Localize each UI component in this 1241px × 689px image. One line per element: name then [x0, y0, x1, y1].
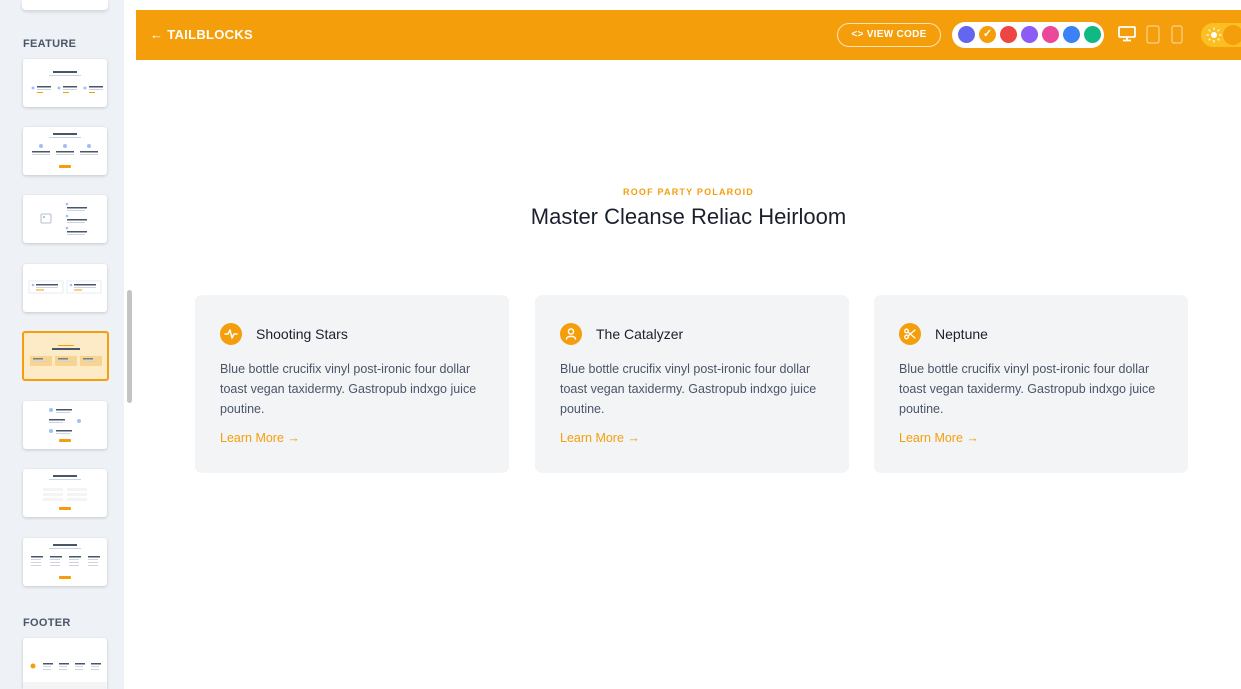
- thumbnail-footer-1[interactable]: [23, 638, 107, 689]
- thumbnail-preview: [30, 345, 102, 366]
- learn-more-link[interactable]: Learn More →: [899, 431, 979, 445]
- feature-card-text: Blue bottle crucifix vinyl post-ironic f…: [899, 362, 1156, 416]
- section-title: Master Cleanse Reliac Heirloom: [530, 204, 847, 229]
- feature-card-title: Neptune: [935, 326, 988, 342]
- color-picker: ✓: [952, 22, 1104, 48]
- feature-card-title: The Catalyzer: [596, 326, 684, 342]
- thumbnail-feature-8[interactable]: [23, 538, 107, 586]
- swatch-indigo[interactable]: [958, 26, 975, 43]
- thumbnail-preview: [31, 544, 100, 579]
- feature-card-text: Blue bottle crucifix vinyl post-ironic f…: [220, 362, 477, 416]
- desktop-view-icon[interactable]: [1118, 26, 1136, 42]
- check-icon: ✓: [982, 28, 993, 40]
- thumbnail-preview: [28, 280, 102, 294]
- thumbnail-feature-7[interactable]: [23, 469, 107, 517]
- sun-icon: [1206, 27, 1222, 43]
- app-window: FEATURE FOOTER ← TAILBLOCKS <> VIEW CODE…: [0, 0, 1241, 689]
- scissors-icon: [899, 323, 921, 345]
- user-icon: [560, 323, 582, 345]
- thumbnail-preview: [32, 133, 98, 168]
- toggle-knob: [1223, 25, 1241, 45]
- sidebar: FEATURE FOOTER: [0, 0, 124, 689]
- thumbnail-feature-2[interactable]: [23, 127, 107, 175]
- feature-card: Neptune Blue bottle crucifix vinyl post-…: [874, 295, 1188, 473]
- thumbnail-feature-1[interactable]: [23, 59, 107, 107]
- top-toolbar: ← TAILBLOCKS <> VIEW CODE ✓: [136, 10, 1241, 60]
- thumbnail-preview: [43, 475, 87, 510]
- pulse-icon: [220, 323, 242, 345]
- feature-card-title: Shooting Stars: [256, 326, 348, 342]
- thumbnail-feature-5-selected[interactable]: [22, 331, 109, 381]
- section-subtitle: ROOF PARTY POLAROID: [623, 187, 754, 197]
- thumbnail-preview: [49, 408, 81, 442]
- thumbnail-preview: [31, 71, 103, 93]
- view-code-button[interactable]: <> VIEW CODE: [837, 23, 941, 47]
- feature-card-text: Blue bottle crucifix vinyl post-ironic f…: [560, 362, 817, 416]
- back-to-tailblocks-link[interactable]: ← TAILBLOCKS: [150, 27, 253, 42]
- swatch-blue[interactable]: [1063, 26, 1080, 43]
- swatch-purple[interactable]: [1021, 26, 1038, 43]
- section-label-feature: FEATURE: [23, 38, 77, 50]
- thumbnail-preview: [23, 663, 107, 689]
- thumbnail-feature-4[interactable]: [23, 264, 107, 312]
- thumbnail-preview: [40, 202, 87, 235]
- tablet-view-icon[interactable]: [1146, 25, 1160, 44]
- section-label-footer: FOOTER: [23, 617, 71, 629]
- swatch-pink[interactable]: [1042, 26, 1059, 43]
- mobile-view-icon[interactable]: [1171, 25, 1183, 44]
- swatch-green[interactable]: [1084, 26, 1101, 43]
- learn-more-link[interactable]: Learn More →: [220, 431, 300, 445]
- sidebar-scrollbar-thumb[interactable]: [127, 290, 132, 403]
- thumbnail-partial[interactable]: [22, 0, 108, 10]
- dark-mode-toggle[interactable]: [1201, 23, 1241, 47]
- learn-more-link[interactable]: Learn More →: [560, 431, 640, 445]
- feature-card: The Catalyzer Blue bottle crucifix vinyl…: [535, 295, 849, 473]
- swatch-red[interactable]: [1000, 26, 1017, 43]
- thumbnail-feature-3[interactable]: [23, 195, 107, 243]
- swatch-yellow-selected[interactable]: ✓: [979, 26, 996, 43]
- feature-card: Shooting Stars Blue bottle crucifix viny…: [195, 295, 509, 473]
- thumbnail-feature-6[interactable]: [23, 401, 107, 449]
